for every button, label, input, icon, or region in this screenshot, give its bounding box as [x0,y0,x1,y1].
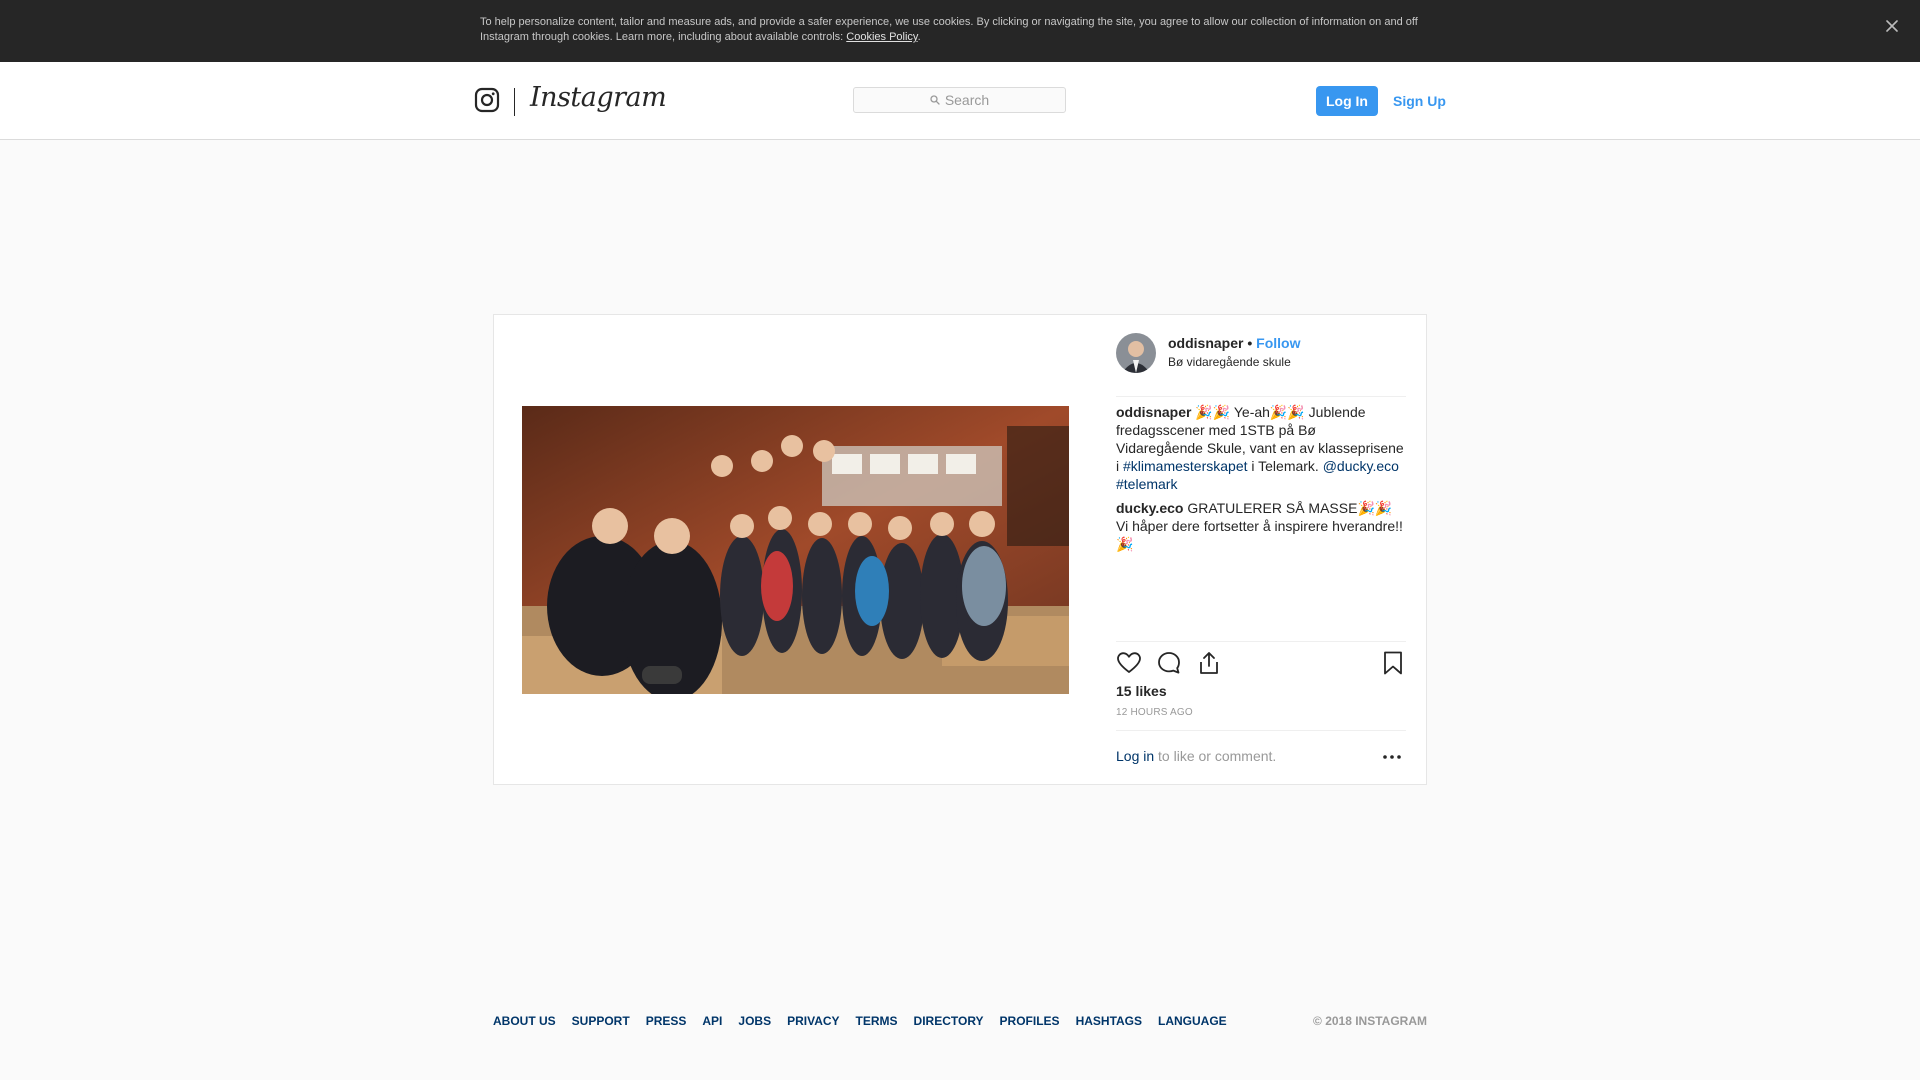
comment-username[interactable]: ducky.eco [1116,500,1183,516]
login-suffix: to like or comment. [1154,748,1277,764]
bookmark-icon[interactable] [1380,650,1406,676]
footer-link-profiles[interactable]: PROFILES [1000,1014,1060,1028]
post-sidebar: oddisnaper • Follow Bø vidaregående skul… [1116,315,1406,784]
author-username[interactable]: oddisnaper [1168,335,1243,351]
login-prompt: Log in to like or comment. [1116,730,1406,785]
search-placeholder: Search [944,92,990,108]
cookie-period: . [917,31,921,43]
footer: ABOUT US SUPPORT PRESS API JOBS PRIVACY … [493,1014,1427,1030]
signup-button[interactable]: Sign Up [1393,86,1446,116]
separator-dot: • [1243,335,1257,351]
copyright: © 2018 INSTAGRAM [1313,1014,1427,1028]
footer-link-terms[interactable]: TERMS [856,1014,898,1028]
heart-icon[interactable] [1116,650,1142,676]
post-location[interactable]: Bø vidaregående skule [1168,355,1291,369]
post-header: oddisnaper • Follow Bø vidaregående skul… [1116,333,1406,397]
post-photo[interactable] [522,406,1069,694]
caption-comment: oddisnaper 🎉🎉 Ye-ah🎉🎉 Jublende fredagssc… [1116,403,1406,493]
close-glyph [1886,20,1898,32]
cookie-banner: To help personalize content, tailor and … [0,0,1920,62]
footer-link-api[interactable]: API [702,1014,722,1028]
footer-link-privacy[interactable]: PRIVACY [787,1014,839,1028]
footer-link-directory[interactable]: DIRECTORY [914,1014,984,1028]
instagram-camera-icon[interactable] [474,87,500,113]
cookie-message: To help personalize content, tailor and … [480,15,1440,45]
logo-divider [514,88,515,116]
share-icon[interactable] [1196,650,1222,676]
comment-username[interactable]: oddisnaper [1116,404,1191,420]
top-nav: Instagram Search Log In Sign Up [0,62,1920,140]
reply-comment: ducky.eco GRATULERER SÅ MASSE🎉🎉 Vi håper… [1116,499,1406,553]
comment-icon[interactable] [1156,650,1182,676]
hashtag-link[interactable]: #klimamesterskapet [1123,458,1248,474]
post-timestamp[interactable]: 12 HOURS AGO [1116,707,1193,718]
footer-link-press[interactable]: PRESS [646,1014,687,1028]
post-actions [1116,641,1406,682]
search-input[interactable]: Search [853,87,1066,113]
comment-text: i Telemark. [1247,458,1323,474]
search-icon [930,95,940,105]
cookies-policy-link[interactable]: Cookies Policy [846,31,917,43]
close-icon[interactable] [1880,14,1904,38]
follow-button[interactable]: Follow [1256,335,1300,351]
footer-link-language[interactable]: LANGUAGE [1158,1014,1227,1028]
comments-list: oddisnaper 🎉🎉 Ye-ah🎉🎉 Jublende fredagssc… [1116,403,1406,559]
cookie-text: To help personalize content, tailor and … [480,16,1418,43]
hashtag-link[interactable]: #telemark [1116,476,1177,492]
footer-link-jobs[interactable]: JOBS [738,1014,771,1028]
login-link[interactable]: Log in [1116,748,1154,764]
footer-links: ABOUT US SUPPORT PRESS API JOBS PRIVACY … [493,1014,1243,1028]
post-card: oddisnaper • Follow Bø vidaregående skul… [493,314,1427,785]
instagram-wordmark[interactable]: Instagram [530,82,667,118]
post-author: oddisnaper • Follow [1168,335,1300,351]
footer-link-hashtags[interactable]: HASHTAGS [1076,1014,1142,1028]
mention-link[interactable]: @ducky.eco [1323,458,1399,474]
more-options-icon[interactable] [1380,747,1404,767]
footer-link-support[interactable]: SUPPORT [572,1014,630,1028]
footer-link-about[interactable]: ABOUT US [493,1014,556,1028]
like-count[interactable]: 15 likes [1116,683,1167,699]
avatar[interactable] [1116,333,1156,373]
login-button[interactable]: Log In [1316,86,1378,116]
